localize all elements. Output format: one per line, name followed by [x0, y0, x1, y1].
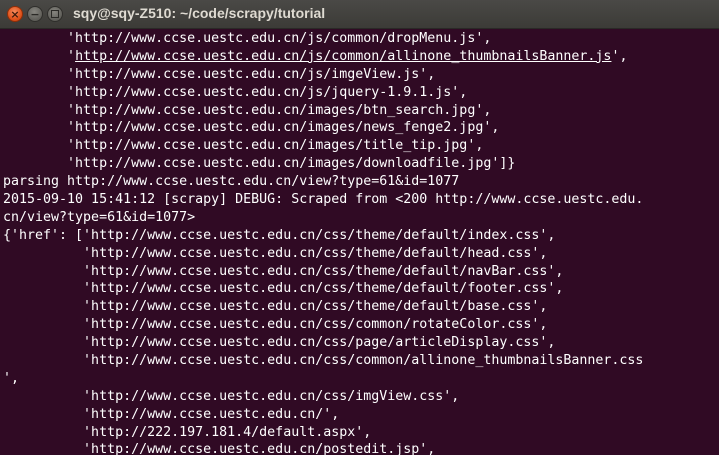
terminal-output[interactable]: 'http://www.ccse.uestc.edu.cn/js/common/…	[0, 30, 719, 455]
terminal-line: 'http://www.ccse.uestc.edu.cn/css/common…	[3, 317, 548, 333]
terminal-line: 2015-09-10 15:41:12 [scrapy] DEBUG: Scra…	[3, 192, 644, 208]
terminal-line: 'http://www.ccse.uestc.edu.cn/images/tit…	[3, 138, 484, 154]
terminal-line: 'http://www.ccse.uestc.edu.cn/css/imgVie…	[3, 388, 460, 404]
terminal-line: 'http://www.ccse.uestc.edu.cn/css/page/a…	[3, 335, 556, 351]
minimize-icon[interactable]: −	[27, 6, 43, 22]
close-icon[interactable]: ×	[7, 6, 23, 22]
terminal-line: 'http://www.ccse.uestc.edu.cn/js/imgeVie…	[3, 66, 436, 82]
terminal-line: 'http://www.ccse.uestc.edu.cn/js/common/…	[3, 31, 492, 46]
terminal-line: cn/view?type=61&id=1077>	[3, 209, 196, 225]
terminal-line: 'http://www.ccse.uestc.edu.cn/css/common…	[3, 353, 644, 369]
terminal-line: 'http://www.ccse.uestc.edu.cn/css/theme/…	[3, 245, 548, 261]
terminal-line: 'http://www.ccse.uestc.edu.cn/images/new…	[3, 120, 500, 136]
terminal-line: 'http://www.ccse.uestc.edu.cn/images/dow…	[3, 156, 516, 172]
terminal-window: × − sqy@sqy-Z510: ~/code/scrapy/tutorial…	[0, 0, 719, 455]
terminal-line: 'http://www.ccse.uestc.edu.cn/js/jquery-…	[3, 84, 468, 100]
terminal-line: 'http://www.ccse.uestc.edu.cn/postedit.j…	[3, 442, 436, 455]
title-bar[interactable]: × − sqy@sqy-Z510: ~/code/scrapy/tutorial	[0, 0, 719, 29]
terminal-line: 'http://www.ccse.uestc.edu.cn/css/theme/…	[3, 281, 564, 297]
terminal-line: 'http://www.ccse.uestc.edu.cn/css/theme/…	[3, 299, 548, 315]
terminal-line: 'http://www.ccse.uestc.edu.cn/images/btn…	[3, 102, 492, 118]
terminal-line-hyperlink[interactable]: 'http://www.ccse.uestc.edu.cn/js/common/…	[3, 48, 719, 66]
hovered-url-link[interactable]: http://www.ccse.uestc.edu.cn/js/common/a…	[75, 49, 611, 64]
terminal-line: 'http://www.ccse.uestc.edu.cn/',	[3, 406, 340, 422]
terminal-line: {'href': ['http://www.ccse.uestc.edu.cn/…	[3, 227, 556, 243]
maximize-icon[interactable]	[47, 6, 63, 22]
terminal-line: parsing http://www.ccse.uestc.edu.cn/vie…	[3, 174, 460, 190]
terminal-line: 'http://www.ccse.uestc.edu.cn/css/theme/…	[3, 263, 564, 279]
terminal-line: 'http://222.197.181.4/default.aspx',	[3, 424, 372, 440]
terminal-line: ',	[3, 370, 20, 386]
window-title: sqy@sqy-Z510: ~/code/scrapy/tutorial	[73, 5, 326, 21]
